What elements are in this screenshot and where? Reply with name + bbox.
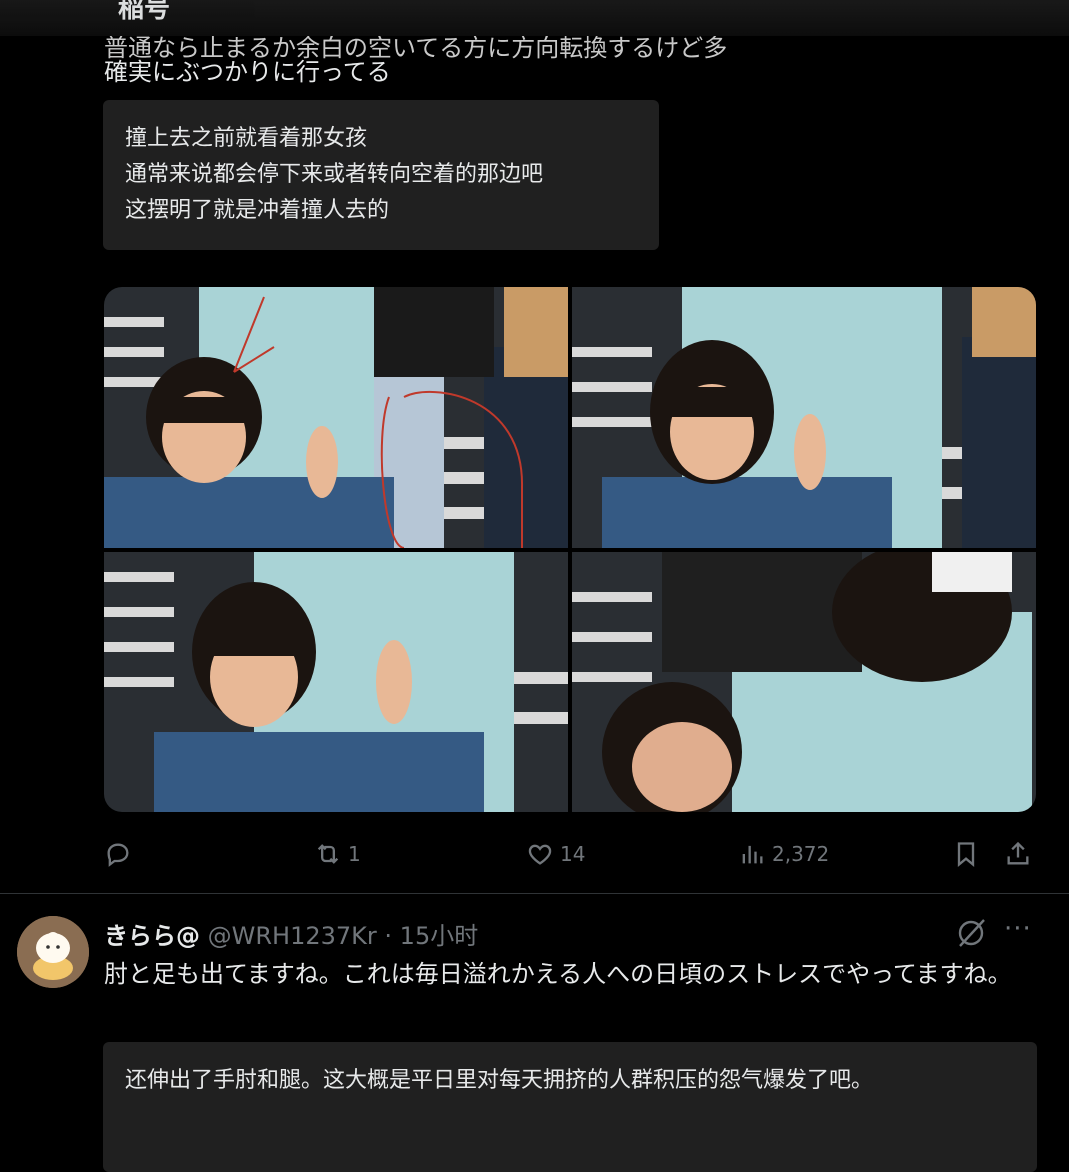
- translation-line: 撞上去之前就看着那女孩: [125, 126, 368, 151]
- views-icon: [742, 845, 763, 864]
- separator: ·: [376, 922, 400, 950]
- divider: [0, 893, 1069, 894]
- more-icon[interactable]: ···: [1004, 914, 1032, 944]
- translation-line: 通常来说都会停下来或者转向空着的那边吧: [125, 162, 544, 187]
- media-image-4[interactable]: [572, 552, 1036, 812]
- media-image-2[interactable]: [572, 287, 1036, 548]
- retweet-icon: [317, 844, 339, 864]
- views-button[interactable]: 2,372: [738, 836, 829, 872]
- share-button[interactable]: [1004, 836, 1032, 872]
- grok-icon[interactable]: [954, 916, 988, 950]
- header-title: 稲号: [118, 0, 171, 24]
- like-button[interactable]: 14: [526, 836, 585, 872]
- reply-translation: 还伸出了手肘和腿。这大概是平日里对每天拥挤的人群积压的怨气爆发了吧。: [125, 1068, 874, 1093]
- bookmark-icon: [957, 842, 975, 867]
- reply-text: 肘と足も出てますね。これは毎日溢れかえる人への日頃のストレスでやってますね。: [104, 960, 1012, 988]
- tweet-text-line-2: 確実にぶつかりに行ってる: [104, 58, 391, 86]
- reply-meta: きらら@ @WRH1237Kr · 15小时: [104, 916, 478, 951]
- translation-line: 这摆明了就是冲着撞人去的: [125, 198, 390, 223]
- media-image-3[interactable]: [104, 552, 568, 812]
- retweet-count: 1: [348, 842, 361, 866]
- like-count: 14: [560, 842, 586, 866]
- tweet-actions: 1 14 2,372: [104, 836, 1036, 872]
- handle[interactable]: @WRH1237Kr: [208, 922, 377, 950]
- display-name[interactable]: きらら@: [104, 922, 200, 950]
- retweet-button[interactable]: 1: [314, 836, 361, 872]
- reply-translation-box: 还伸出了手肘和腿。这大概是平日里对每天拥挤的人群积压的怨气爆发了吧。: [103, 1042, 1037, 1172]
- media-grid[interactable]: [104, 287, 1036, 812]
- heart-icon: [528, 844, 552, 865]
- reply-button[interactable]: [104, 836, 132, 872]
- translation-box: 撞上去之前就看着那女孩 通常来说都会停下来或者转向空着的那边吧 这摆明了就是冲着…: [103, 100, 659, 250]
- avatar[interactable]: [17, 916, 89, 988]
- views-count: 2,372: [772, 842, 830, 866]
- bookmark-button[interactable]: [952, 836, 980, 872]
- timestamp[interactable]: 15小时: [400, 922, 479, 950]
- share-icon: [1007, 841, 1029, 865]
- top-bar: 稲号: [0, 0, 1069, 36]
- reply-icon: [107, 843, 129, 867]
- media-image-1[interactable]: [104, 287, 568, 548]
